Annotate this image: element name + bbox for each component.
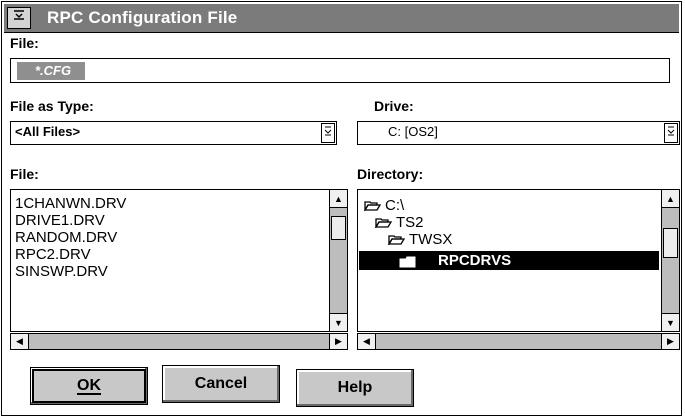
scroll-down-arrow-icon[interactable]: ▼ xyxy=(662,313,679,331)
cancel-button-label: Cancel xyxy=(194,375,248,392)
scroll-thumb[interactable] xyxy=(663,228,678,258)
file-list-label: File: xyxy=(10,166,39,182)
rpc-config-dialog: RPC Configuration File File: *.CFG File … xyxy=(1,1,682,416)
ok-button-label: OK xyxy=(77,377,101,394)
drive-value: C: [OS2] xyxy=(388,124,438,139)
list-item[interactable]: DRIVE1.DRV xyxy=(15,213,105,229)
chevron-down-icon[interactable] xyxy=(664,123,678,143)
scroll-left-arrow-icon[interactable]: ◀ xyxy=(11,334,29,349)
system-menu-glyph xyxy=(14,10,24,20)
system-menu-icon[interactable] xyxy=(7,7,31,29)
file-listbox[interactable]: 1CHANWN.DRV DRIVE1.DRV RANDOM.DRV RPC2.D… xyxy=(10,189,348,332)
scroll-down-arrow-icon[interactable]: ▼ xyxy=(330,313,347,331)
file-list-vertical-scrollbar[interactable]: ▲ ▼ xyxy=(329,190,347,331)
scroll-right-arrow-icon[interactable]: ▶ xyxy=(329,334,347,349)
scroll-right-arrow-icon[interactable]: ▶ xyxy=(661,334,679,349)
open-folder-icon xyxy=(387,233,406,249)
directory-list-vertical-scrollbar[interactable]: ▲ ▼ xyxy=(661,190,679,331)
directory-item[interactable]: TWSX xyxy=(387,231,453,249)
window-title: RPC Configuration File xyxy=(47,8,238,27)
directory-item[interactable]: C:\ xyxy=(363,197,405,215)
directory-item-selected[interactable]: RPCDRVS xyxy=(359,251,659,270)
scroll-thumb[interactable] xyxy=(331,216,346,240)
title-bar[interactable]: RPC Configuration File xyxy=(4,4,679,33)
file-type-value: <All Files> xyxy=(15,124,81,139)
list-item[interactable]: SINSWP.DRV xyxy=(15,264,108,280)
file-list-horizontal-scrollbar[interactable]: ◀ ▶ xyxy=(10,333,348,350)
directory-item-label: RPCDRVS xyxy=(438,252,512,269)
open-folder-icon xyxy=(374,216,393,232)
file-type-dropdown[interactable]: <All Files> xyxy=(10,121,337,145)
directory-item-label: C:\ xyxy=(385,197,405,214)
help-button[interactable]: Help xyxy=(296,369,414,407)
directory-item-label: TWSX xyxy=(409,231,453,248)
scroll-left-arrow-icon[interactable]: ◀ xyxy=(358,334,376,349)
file-name-input[interactable]: *.CFG xyxy=(10,58,670,83)
folder-icon xyxy=(399,255,417,273)
file-type-label: File as Type: xyxy=(10,98,94,114)
scroll-up-arrow-icon[interactable]: ▲ xyxy=(662,190,679,208)
file-field-label: File: xyxy=(10,35,39,51)
help-button-label: Help xyxy=(337,379,373,396)
directory-item-label: TS2 xyxy=(396,214,424,231)
cancel-button[interactable]: Cancel xyxy=(162,365,280,403)
scroll-up-arrow-icon[interactable]: ▲ xyxy=(330,190,347,208)
directory-list-horizontal-scrollbar[interactable]: ◀ ▶ xyxy=(357,333,680,350)
drive-label: Drive: xyxy=(374,98,414,114)
directory-list-label: Directory: xyxy=(357,166,424,182)
file-name-value: *.CFG xyxy=(17,62,86,80)
list-item[interactable]: 1CHANWN.DRV xyxy=(15,196,126,212)
open-folder-icon xyxy=(363,199,382,215)
chevron-down-icon[interactable] xyxy=(321,123,335,143)
directory-listbox[interactable]: C:\ TS2 TWSX RPCDRVS ▲ ▼ xyxy=(357,189,680,332)
directory-item[interactable]: TS2 xyxy=(374,214,424,232)
drive-dropdown[interactable]: C: [OS2] xyxy=(357,121,680,145)
ok-button[interactable]: OK xyxy=(30,367,148,405)
list-item[interactable]: RPC2.DRV xyxy=(15,247,91,263)
list-item[interactable]: RANDOM.DRV xyxy=(15,230,117,246)
